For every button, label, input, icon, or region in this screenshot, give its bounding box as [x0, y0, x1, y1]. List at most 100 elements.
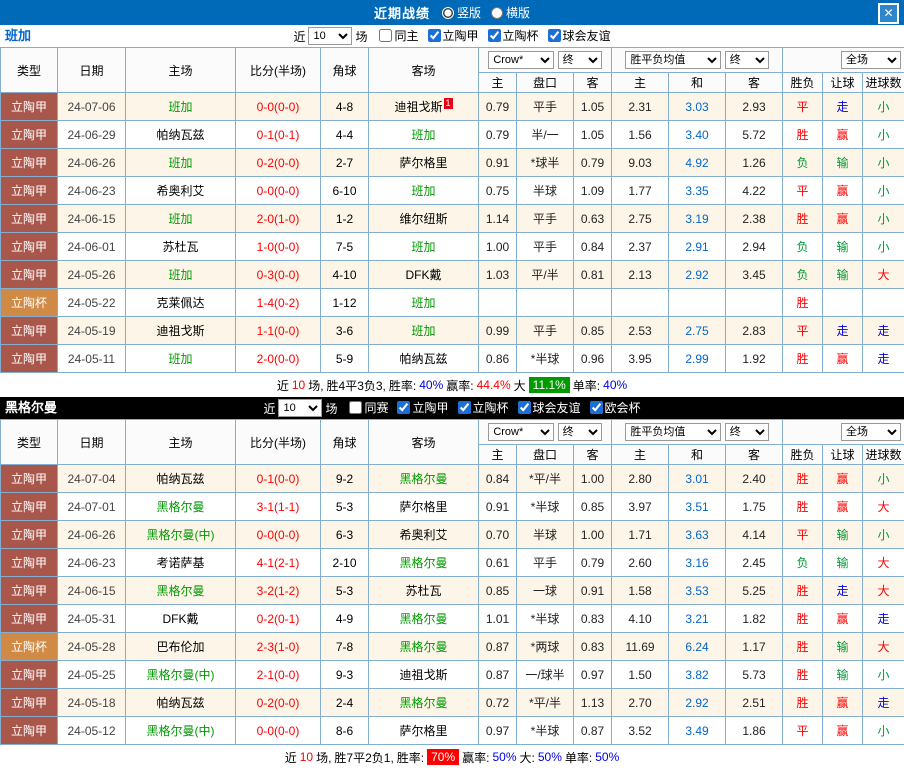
- league-type-cell: 立陶甲: [0, 660, 58, 689]
- filter-controls: 近 10 场 同主 立陶甲 立陶杯 球会友谊: [293, 27, 611, 45]
- titlebar: 近期战绩 竖版 横版 ✕: [0, 0, 904, 25]
- sub-avg-away: 客: [725, 444, 784, 465]
- handicap-result-cell: 输: [822, 520, 864, 549]
- summary-games: 场,: [316, 750, 332, 765]
- score-cell: 1-1(0-0): [235, 316, 321, 345]
- league-type-cell: 立陶杯: [0, 288, 58, 317]
- final-odds-select[interactable]: 终: [557, 51, 602, 69]
- result-cell: 胜: [782, 632, 824, 661]
- avg-home-cell: 2.70: [611, 688, 670, 717]
- avg-odds-select[interactable]: 胜平负均值: [625, 423, 722, 441]
- date-cell: 24-06-23: [57, 548, 126, 577]
- filter-checkbox[interactable]: [547, 29, 561, 42]
- recent-count-select[interactable]: 10: [308, 27, 353, 45]
- home-team-cell: 黑格尔曼: [125, 492, 236, 521]
- filter-option[interactable]: 同主: [370, 27, 419, 44]
- filter-option[interactable]: 同赛: [340, 399, 388, 416]
- date-cell: 24-06-26: [57, 520, 126, 549]
- away-team-cell: 班加: [368, 232, 479, 261]
- score-cell: 0-1(0-0): [235, 464, 321, 493]
- final-avg-select[interactable]: 终: [724, 423, 769, 441]
- odds-home-cell: 0.79: [478, 92, 517, 121]
- filter-option[interactable]: 立陶杯: [449, 399, 509, 416]
- score-cell: 4-1(2-1): [235, 548, 321, 577]
- final-odds-select[interactable]: 终: [557, 423, 602, 441]
- home-team-cell: 巴布伦加: [125, 632, 236, 661]
- bookmaker-select[interactable]: Crow*: [488, 51, 555, 69]
- date-cell: 24-07-04: [57, 464, 126, 493]
- handicap-result-cell: 走: [822, 576, 864, 605]
- avg-odds-select[interactable]: 胜平负均值: [625, 51, 722, 69]
- scope-select[interactable]: 全场: [841, 51, 902, 69]
- odds-home-cell: 0.87: [478, 660, 517, 689]
- avg-away-cell: 1.82: [725, 604, 784, 633]
- odds-home-cell: 0.85: [478, 576, 517, 605]
- odds-away-cell: 1.05: [572, 120, 613, 149]
- away-team-cell: 班加: [368, 316, 479, 345]
- result-cell: 胜: [782, 344, 824, 373]
- avg-draw-cell: 4.92: [668, 148, 727, 177]
- layout-horizontal-option[interactable]: 横版: [491, 4, 530, 21]
- filter-option[interactable]: 球会友谊: [539, 27, 611, 44]
- filter-checkbox[interactable]: [379, 29, 393, 42]
- filter-option[interactable]: 立陶甲: [388, 399, 449, 416]
- scope-group-header: 全场: [782, 419, 904, 445]
- league-type-cell: 立陶甲: [0, 520, 58, 549]
- avg-draw-cell: 3.63: [668, 520, 727, 549]
- horizontal-radio-input[interactable]: [491, 6, 503, 19]
- avg-home-cell: 1.56: [611, 120, 670, 149]
- filter-checkbox[interactable]: [487, 29, 501, 42]
- away-team-cell: 迪祖戈斯 1: [368, 92, 479, 121]
- result-cell: 平: [782, 176, 824, 205]
- odds-away-cell: 0.85: [572, 316, 613, 345]
- goals-result-cell: 小: [862, 204, 904, 233]
- recent-count-select[interactable]: 10: [278, 399, 323, 417]
- games-label: 场: [325, 401, 338, 416]
- col-home: 主场: [125, 419, 236, 465]
- league-type-cell: 立陶甲: [0, 464, 58, 493]
- filter-checkbox[interactable]: [427, 29, 441, 42]
- score-cell: 2-3(1-0): [235, 632, 321, 661]
- final-avg-select[interactable]: 终: [724, 51, 769, 69]
- close-icon[interactable]: ✕: [878, 3, 899, 24]
- avg-away-cell: 3.45: [725, 260, 784, 289]
- filter-option[interactable]: 立陶甲: [419, 27, 479, 44]
- league-type-cell: 立陶甲: [0, 232, 58, 261]
- filter-checkbox[interactable]: [457, 401, 471, 414]
- league-type-cell: 立陶甲: [0, 716, 58, 745]
- match-row: 立陶甲 24-07-01 黑格尔曼 3-1(1-1) 5-3 萨尔格里 0.91 *半球 0.8…: [0, 492, 904, 521]
- avg-draw-cell: 6.24: [668, 632, 727, 661]
- layout-vertical-option[interactable]: 竖版: [441, 4, 481, 21]
- date-cell: 24-05-19: [57, 316, 126, 345]
- home-team-cell: 帕纳瓦兹: [125, 464, 236, 493]
- filter-checkbox[interactable]: [349, 401, 363, 414]
- odds-home-cell: 1.03: [478, 260, 517, 289]
- handicap-cell: 半球: [516, 520, 574, 549]
- cover-rate-value: 44.4%: [476, 378, 511, 392]
- col-date: 日期: [57, 419, 126, 465]
- goals-result-cell: 走: [862, 344, 904, 373]
- filter-checkbox[interactable]: [517, 401, 531, 414]
- filter-checkbox[interactable]: [397, 401, 411, 414]
- avg-draw-cell: 3.21: [668, 604, 727, 633]
- filter-option[interactable]: 球会友谊: [509, 399, 581, 416]
- away-team-cell: 帕纳瓦兹: [368, 344, 479, 373]
- date-cell: 24-05-28: [57, 632, 126, 661]
- filter-option[interactable]: 立陶杯: [479, 27, 539, 44]
- avg-away-cell: [725, 288, 784, 317]
- handicap-result-cell: 输: [822, 260, 864, 289]
- scope-select[interactable]: 全场: [841, 423, 902, 441]
- date-cell: 24-06-26: [57, 148, 126, 177]
- vertical-radio-input[interactable]: [441, 6, 454, 19]
- corners-cell: 6-10: [320, 176, 369, 205]
- date-cell: 24-05-31: [57, 604, 126, 633]
- filter-controls: 近 10 场 同赛 立陶甲 立陶杯 球会友谊 欧会杯: [263, 399, 641, 417]
- match-row: 立陶甲 24-05-25 黑格尔曼(中) 2-1(0-0) 9-3 迪祖戈斯 0.87 一/球…: [0, 660, 904, 689]
- filter-checkbox[interactable]: [589, 401, 603, 414]
- bookmaker-select[interactable]: Crow*: [488, 423, 555, 441]
- over-rate-label: 大:: [519, 750, 535, 765]
- away-team-cell: 萨尔格里: [368, 148, 479, 177]
- col-corners: 角球: [320, 419, 369, 465]
- vertical-radio-label: 竖版: [456, 6, 481, 20]
- filter-option[interactable]: 欧会杯: [581, 399, 641, 416]
